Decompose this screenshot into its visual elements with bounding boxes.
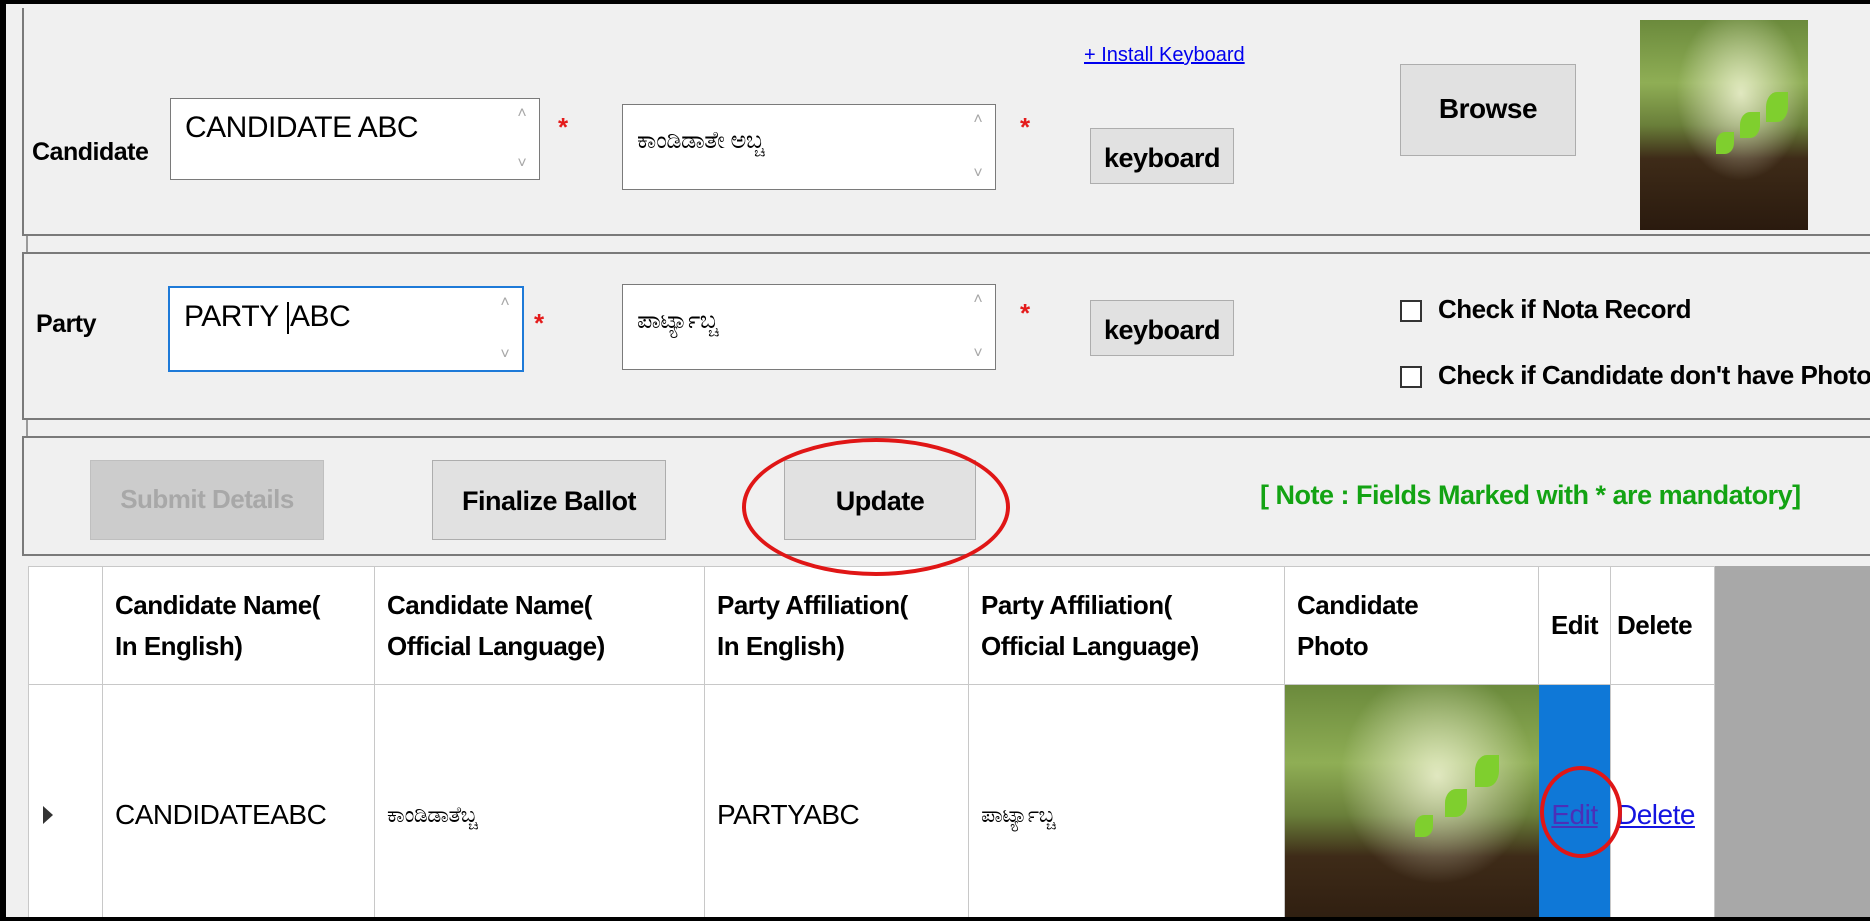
sprout-leaf (1716, 132, 1734, 154)
table-header-row: Candidate Name(In English) Candidate Nam… (28, 566, 1715, 685)
update-highlight-ring (742, 438, 1010, 576)
text-caret (287, 302, 290, 335)
cell-party-affiliation-english[interactable]: PARTYABC (704, 684, 969, 917)
finalize-ballot-button[interactable]: Finalize Ballot (432, 460, 666, 540)
party-name-official-value: ಪಾರ್ಟ್ಯಾಬ್ಚ (637, 307, 718, 334)
party-name-official-input[interactable]: ಪಾರ್ಟ್ಯಾಬ್ಚ ˄ ˅ (622, 284, 996, 370)
scroll-up-icon[interactable]: ˄ (496, 292, 514, 314)
edit-highlight-ring (1540, 766, 1622, 858)
candidate-name-official-input[interactable]: ಕಾಂಡಿಡಾತೇ ಅಬ್ಚ ˄ ˅ (622, 104, 996, 190)
candidate-name-official-value: ಕಾಂಡಿಡಾತೇ ಅಬ್ಚ (637, 127, 764, 154)
cell-candidate-photo[interactable] (1284, 684, 1539, 917)
nota-checkbox-label[interactable]: Check if Nota Record (1438, 294, 1691, 325)
scroll-up-icon[interactable]: ˄ (513, 103, 531, 125)
sprout-leaf (1445, 789, 1467, 817)
table-row[interactable]: CANDIDATEABC ಕಾಂಡಿಡಾತೆಬ್ಚ PARTYABC ಪಾರ್ಟ… (28, 684, 1715, 917)
party-panel: Party PARTY ABC ˄ ˅ * ಪಾರ್ಟ್ಯಾಬ್ಚ ˄ ˅ * … (22, 252, 1870, 420)
candidate-label: Candidate (32, 138, 149, 166)
delete-link[interactable]: Delete (1617, 799, 1695, 830)
mandatory-note: [ Note : Fields Marked with * are mandat… (1260, 480, 1801, 510)
no-photo-checkbox-label[interactable]: Check if Candidate don't have Photo (1438, 360, 1870, 391)
party-label: Party (36, 310, 97, 338)
nota-checkbox[interactable] (1400, 300, 1422, 322)
scroll-down-icon[interactable]: ˅ (513, 153, 531, 175)
sprout-leaf (1475, 755, 1499, 787)
submit-details-button[interactable]: Submit Details (90, 460, 324, 540)
candidate-form-window: Candidate CANDIDATE ABC ˄ ˅ * ಕಾಂಡಿಡಾತೇ … (0, 0, 1870, 921)
scroll-down-icon[interactable]: ˅ (969, 163, 987, 185)
sprout-leaf (1766, 92, 1788, 122)
required-mark: * (558, 112, 569, 142)
scroll-up-icon[interactable]: ˄ (969, 289, 987, 311)
party-value-before-caret: PARTY (184, 300, 287, 333)
cell-candidate-name-official[interactable]: ಕಾಂಡಿಡಾತೆಬ್ಚ (374, 684, 705, 917)
party-value-after-caret: ABC (290, 300, 351, 333)
cell-candidate-name-english[interactable]: CANDIDATEABC (102, 684, 375, 917)
col-candidate-photo[interactable]: Candidate Photo (1284, 566, 1539, 685)
candidates-table: Candidate Name(In English) Candidate Nam… (28, 566, 1715, 917)
required-mark: * (534, 308, 545, 338)
candidate-photo-thumbnail (1285, 685, 1539, 917)
party-name-official-scrollbar[interactable]: ˄ ˅ (969, 289, 987, 365)
party-name-english-input[interactable]: PARTY ABC ˄ ˅ (168, 286, 524, 372)
col-delete[interactable]: Delete (1610, 566, 1715, 685)
cell-party-affiliation-official[interactable]: ಪಾರ್ಟ್ಯಾಬ್ಚ (968, 684, 1285, 917)
required-mark: * (1020, 298, 1031, 328)
sprout-leaf (1415, 815, 1433, 837)
scroll-down-icon[interactable]: ˅ (969, 343, 987, 365)
candidate-name-english-value: CANDIDATE ABC (185, 111, 419, 144)
col-party-affiliation-english[interactable]: Party Affiliation(In English) (704, 566, 969, 685)
required-mark: * (1020, 112, 1031, 142)
candidate-panel: Candidate CANDIDATE ABC ˄ ˅ * ಕಾಂಡಿಡಾತೇ … (22, 8, 1870, 236)
scroll-down-icon[interactable]: ˅ (496, 344, 514, 366)
row-header-corner (28, 566, 103, 685)
current-row-arrow-icon (43, 805, 53, 824)
col-candidate-name-english[interactable]: Candidate Name(In English) (102, 566, 375, 685)
col-candidate-name-official[interactable]: Candidate Name(Official Language) (374, 566, 705, 685)
party-name-english-scrollbar[interactable]: ˄ ˅ (496, 292, 514, 366)
col-party-affiliation-official[interactable]: Party Affiliation(Official Language) (968, 566, 1285, 685)
candidate-photo-preview (1640, 20, 1808, 230)
scroll-up-icon[interactable]: ˄ (969, 109, 987, 131)
party-keyboard-button[interactable]: keyboard (1090, 300, 1234, 356)
browse-button[interactable]: Browse (1400, 64, 1576, 156)
install-keyboard-link[interactable]: + Install Keyboard (1084, 44, 1245, 67)
candidate-keyboard-button[interactable]: keyboard (1090, 128, 1234, 184)
no-photo-checkbox[interactable] (1400, 366, 1422, 388)
party-name-english-value: PARTY ABC (184, 300, 351, 335)
sprout-leaf (1740, 112, 1760, 138)
candidates-grid: Candidate Name(In English) Candidate Nam… (28, 566, 1870, 917)
candidate-name-english-input[interactable]: CANDIDATE ABC ˄ ˅ (170, 98, 540, 180)
row-header-cell[interactable] (28, 684, 103, 917)
col-edit[interactable]: Edit (1538, 566, 1611, 685)
cell-delete[interactable]: Delete (1610, 684, 1715, 917)
candidate-name-english-scrollbar[interactable]: ˄ ˅ (513, 103, 531, 175)
candidate-name-official-scrollbar[interactable]: ˄ ˅ (969, 109, 987, 185)
